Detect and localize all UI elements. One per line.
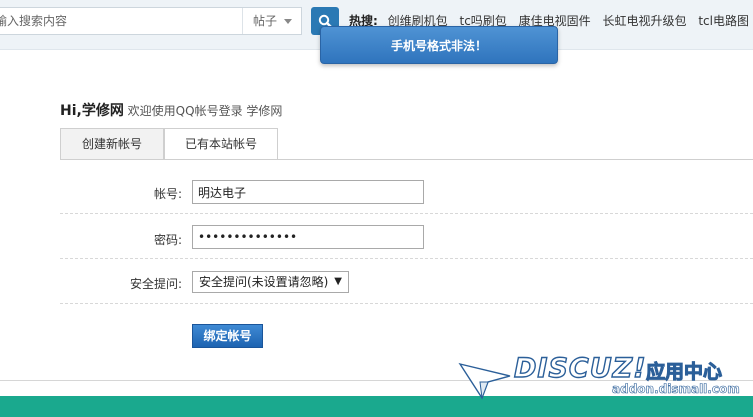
security-question-label: 安全提问: [129,277,182,291]
watermark: DISCUZ! 应用中心 addon.dismall.com [456,350,753,417]
password-row: 密码: •••••••••••••• [60,214,753,259]
account-field[interactable] [192,180,424,204]
account-label: 帐号: [153,187,182,201]
watermark-url: addon.dismall.com [612,382,740,397]
search-box: 帖子 [0,7,302,35]
greeting-text: 欢迎使用QQ帐号登录 学修网 [127,104,283,118]
security-question-value: 安全提问(未设置请忽略) [199,275,329,289]
hot-search-link[interactable]: 长虹电视升级包 [602,14,686,28]
greeting-hi: Hi,学修网 [60,103,124,119]
bind-account-button[interactable]: 绑定帐号 [192,324,263,348]
password-label: 密码: [153,233,182,247]
tab-create-account[interactable]: 创建新帐号 [60,128,164,160]
password-field[interactable]: •••••••••••••• [192,225,424,249]
error-toast: 手机号格式非法！ [320,26,558,64]
dropdown-arrow-icon: ▼ [334,276,342,287]
search-input[interactable] [0,8,241,34]
cursor-logo-icon [458,362,511,400]
account-row: 帐号: [60,170,753,214]
tab-existing-account[interactable]: 已有本站帐号 [164,128,278,160]
chevron-down-icon [284,19,292,24]
security-question-select[interactable]: 安全提问(未设置请忽略) ▼ [192,271,349,293]
greeting: Hi,学修网 欢迎使用QQ帐号登录 学修网 [60,100,282,120]
hot-search-link[interactable]: tcl电路图 [698,14,749,28]
search-type-label: 帖子 [253,14,278,28]
search-type-select[interactable]: 帖子 [242,8,301,34]
tab-divider [60,159,753,160]
security-question-row: 安全提问: 安全提问(未设置请忽略) ▼ [60,259,753,304]
watermark-cn-text: 应用中心 [645,361,723,384]
watermark-logo-text: DISCUZ! [513,352,647,384]
